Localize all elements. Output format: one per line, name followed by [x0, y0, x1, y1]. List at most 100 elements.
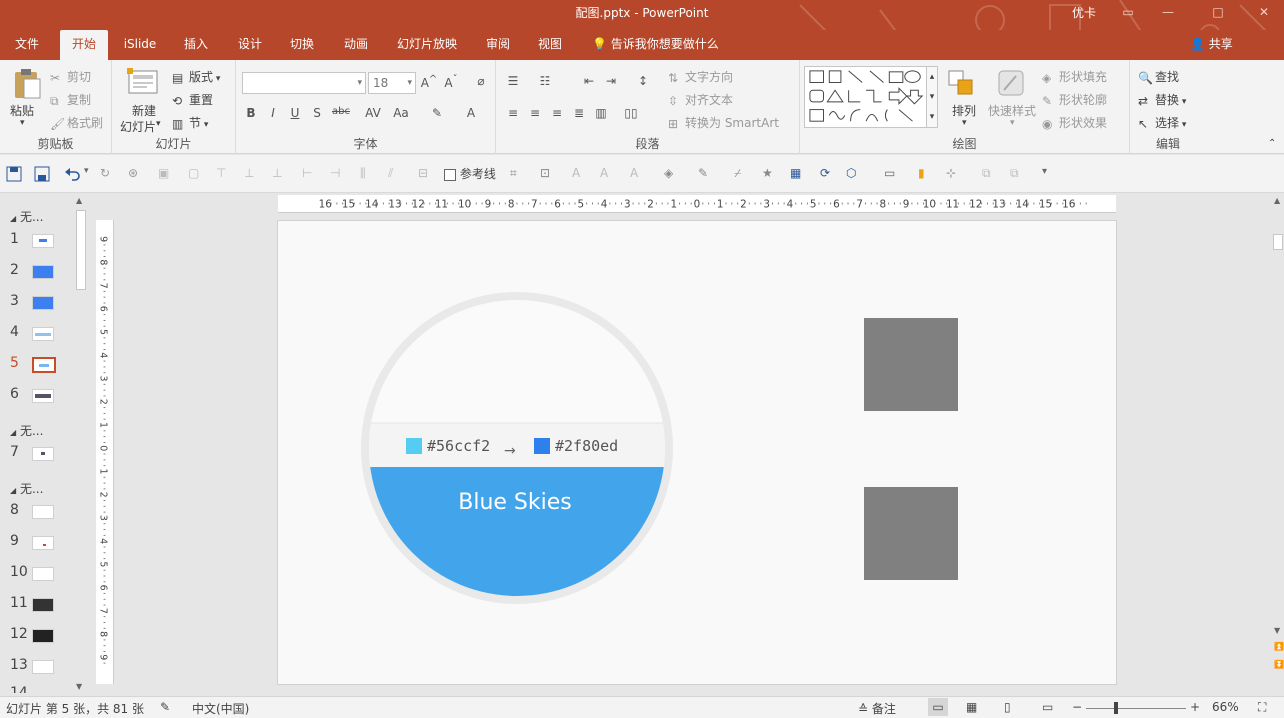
tab-transitions[interactable]: 切换	[280, 30, 324, 60]
new-slide-dropdown-icon[interactable]: ▾	[156, 119, 161, 129]
tab-file[interactable]: 文件	[4, 30, 50, 60]
zoom-out-icon[interactable]: −	[1072, 700, 1082, 714]
slide-thumbnail[interactable]	[32, 660, 54, 674]
shape-outline-button[interactable]: ✎ 形状轮廓	[1042, 91, 1107, 108]
customize-qat-icon[interactable]: ▾	[1042, 166, 1058, 182]
previous-slide-icon[interactable]: ⏫	[1274, 642, 1284, 651]
slide-scrollbar[interactable]: ▲ ▼ ⏫ ⏬	[1272, 194, 1284, 694]
redo-icon[interactable]: ↻	[100, 166, 116, 182]
shape-merge-icon[interactable]: ⬡	[846, 166, 862, 182]
slide-canvas[interactable]: #56ccf2 → #2f80ed Blue Skies	[277, 220, 1117, 685]
ungroup-icon[interactable]: ▢	[188, 166, 204, 182]
format-painter-button[interactable]: 🖌 格式刷	[50, 114, 103, 131]
quick-styles-icon[interactable]	[996, 68, 1026, 98]
slide-thumbnail[interactable]	[32, 536, 54, 550]
ribbon-display-icon[interactable]: ▭	[1110, 0, 1146, 30]
tab-design[interactable]: 设计	[228, 30, 272, 60]
section-header[interactable]: ◢ 无...	[10, 422, 43, 439]
increase-indent-icon[interactable]: ⇥	[602, 74, 620, 88]
scroll-thumb[interactable]	[1273, 234, 1283, 250]
bullets-icon[interactable]: ☰	[504, 74, 522, 88]
thumbnails-scrollbar[interactable]: ▲ ▼	[74, 194, 88, 694]
collapse-section-icon[interactable]: ◢	[10, 214, 16, 223]
share-button[interactable]: 👤 共享	[1190, 30, 1233, 60]
increase-font-q-icon[interactable]: A	[572, 166, 588, 182]
slide-sorter-icon[interactable]: ▦	[966, 700, 977, 714]
send-backward-icon[interactable]: ⧉	[1010, 166, 1026, 182]
grow-font-icon[interactable]: A^	[420, 74, 438, 90]
shrink-font-icon[interactable]: Aˇ	[442, 74, 460, 90]
next-slide-icon[interactable]: ⏬	[1274, 660, 1284, 669]
change-case-icon[interactable]: Aa	[388, 106, 414, 120]
slide-thumbnail[interactable]	[32, 234, 54, 248]
slide-thumbnail[interactable]	[32, 327, 54, 341]
textbox-icon[interactable]: ▭	[884, 166, 900, 182]
collapse-ribbon-icon[interactable]: ⌃	[1268, 138, 1276, 149]
align-left-icon[interactable]: ≡	[504, 106, 522, 120]
arrange-dropdown-icon[interactable]: ▾	[962, 118, 967, 128]
align-bottom-icon[interactable]: ⊥	[272, 166, 288, 182]
chart-icon[interactable]: ▮	[918, 166, 934, 182]
font-size-input[interactable]: 18 ▾	[368, 72, 416, 94]
user-name[interactable]: 优卡	[1072, 4, 1096, 21]
decrease-indent-icon[interactable]: ⇤	[580, 74, 598, 88]
transform-icon[interactable]: ⊹	[946, 166, 962, 182]
scroll-up-icon[interactable]: ▲	[76, 196, 82, 205]
gray-square-bottom[interactable]	[864, 487, 958, 580]
reading-view-icon[interactable]: ▯	[1004, 700, 1011, 714]
replace-button[interactable]: ⇄ 替换 ▾	[1138, 91, 1186, 108]
cut-button[interactable]: ✂ 剪切	[50, 68, 91, 85]
new-slide-label-1[interactable]: 新建	[132, 102, 156, 119]
section-header[interactable]: ◢ 无...	[10, 208, 43, 225]
slide-thumbnail[interactable]	[32, 389, 54, 403]
tab-review[interactable]: 审阅	[476, 30, 520, 60]
paste-dropdown-icon[interactable]: ▾	[20, 118, 25, 128]
normal-view-icon[interactable]: ▭	[928, 698, 948, 716]
size-match-icon[interactable]: ⊟	[418, 166, 434, 182]
quick-styles-button[interactable]: 快速样式	[988, 102, 1036, 119]
shapes-gallery[interactable]	[804, 66, 932, 128]
scroll-down-icon[interactable]: ▼	[1274, 626, 1280, 635]
italic-icon[interactable]: I	[264, 106, 282, 120]
slideshow-icon[interactable]: ▭	[1042, 700, 1053, 714]
section-button[interactable]: ▥ 节 ▾	[172, 114, 208, 131]
layout-button[interactable]: ▤ 版式 ▾	[172, 68, 220, 85]
collapse-section-icon[interactable]: ◢	[10, 428, 16, 437]
line-spacing-icon[interactable]: ↕	[634, 74, 652, 88]
new-slide-label-2[interactable]: 幻灯片	[120, 118, 156, 135]
close-icon[interactable]: ✕	[1246, 0, 1282, 30]
shape-fill-button[interactable]: ◈ 形状填充	[1042, 68, 1107, 85]
align-top-icon[interactable]: ⊤	[216, 166, 232, 182]
undo-dropdown-icon[interactable]: ▾	[84, 166, 100, 182]
fit-to-window-icon[interactable]: ⛶	[1258, 700, 1266, 715]
quick-styles-dropdown-icon[interactable]: ▾	[1010, 118, 1015, 128]
shape-effects-button[interactable]: ◉ 形状效果	[1042, 114, 1107, 131]
collapse-section-icon[interactable]: ◢	[10, 486, 16, 495]
find-button[interactable]: 🔍 查找	[1138, 68, 1179, 85]
minimize-icon[interactable]: —	[1150, 0, 1186, 30]
eyedropper-icon[interactable]: ⌿	[734, 166, 750, 182]
arrange-icon[interactable]	[946, 68, 976, 98]
language-indicator[interactable]: 中文(中国)	[192, 700, 249, 717]
distribute-v-icon[interactable]: ⫽	[388, 166, 404, 182]
group-objects-icon[interactable]: ▣	[158, 166, 174, 182]
tab-slideshow[interactable]: 幻灯片放映	[388, 30, 466, 60]
scroll-thumb[interactable]	[76, 210, 86, 290]
slide-thumbnail[interactable]	[32, 505, 54, 519]
zoom-in-icon[interactable]: +	[1190, 700, 1200, 714]
select-button[interactable]: ↖ 选择 ▾	[1138, 114, 1186, 131]
strikethrough-icon[interactable]: abc	[332, 106, 350, 117]
gray-square-top[interactable]	[864, 318, 958, 411]
select-pane-icon[interactable]: ⊡	[540, 166, 556, 182]
tab-insert[interactable]: 插入	[174, 30, 218, 60]
distribute-h-icon[interactable]: ⫼	[360, 166, 376, 182]
tab-view[interactable]: 视图	[528, 30, 572, 60]
new-slide-icon[interactable]	[126, 66, 160, 100]
underline-icon[interactable]: U	[286, 106, 304, 120]
zoom-slider-track[interactable]	[1086, 708, 1186, 709]
tab-islide[interactable]: iSlide	[116, 30, 164, 60]
outline-q-icon[interactable]: ✎	[698, 166, 714, 182]
scroll-up-icon[interactable]: ▲	[1274, 196, 1280, 205]
align-center-objects-icon[interactable]: ⊣	[330, 166, 346, 182]
slide-thumbnail[interactable]	[32, 265, 54, 279]
